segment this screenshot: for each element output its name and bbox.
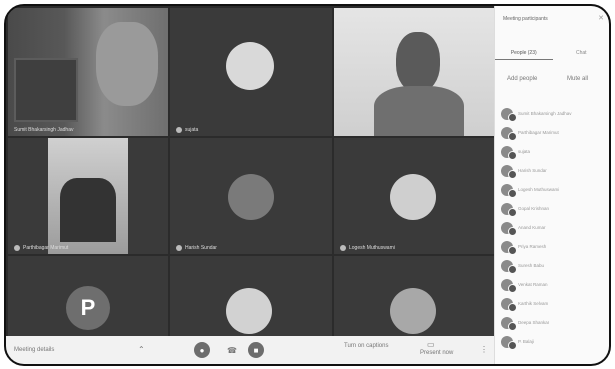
camera-icon: ■ [253, 345, 259, 355]
mic-icon: ● [199, 345, 205, 355]
avatar [501, 259, 517, 274]
face-shape [96, 22, 158, 106]
list-item[interactable]: Anand Kumar [501, 218, 609, 237]
participant-avatar [226, 288, 272, 334]
close-icon[interactable]: ✕ [598, 14, 604, 22]
list-item[interactable]: P. Balaji [501, 332, 609, 351]
list-item[interactable]: Parthibagar Marimut [501, 123, 609, 142]
video-tile[interactable]: Sumit Bhakarsingh Jadhav [8, 8, 168, 136]
tile-name: Harish Sundar [176, 245, 217, 251]
list-item[interactable]: Suresh Babu [501, 256, 609, 275]
shelf-shape [14, 58, 78, 122]
avatar [501, 335, 517, 350]
video-tile[interactable] [334, 256, 494, 336]
list-item[interactable]: Priya Ramesh [501, 237, 609, 256]
mic-off-icon [176, 127, 182, 133]
list-item[interactable]: Karthik Selvam [501, 294, 609, 313]
video-tile[interactable] [170, 256, 332, 336]
meeting-details-link[interactable]: Meeting details [14, 347, 54, 353]
list-item[interactable]: Harish Sundar [501, 161, 609, 180]
participant-avatar [390, 288, 436, 334]
list-item[interactable]: Sumit Bhakarsingh Jadhav [501, 104, 609, 123]
tile-name: Logesh Muthuswami [340, 245, 395, 251]
avatar [501, 107, 517, 122]
body-shape [374, 86, 464, 136]
add-people-button[interactable]: Add people [507, 76, 537, 82]
more-options-icon[interactable]: ⋮ [480, 345, 488, 354]
video-tile[interactable]: Parthibagar Marimut [8, 138, 168, 254]
avatar [501, 145, 517, 160]
video-grid: Sumit Bhakarsingh Jadhav sujata Parthiba… [6, 6, 494, 336]
tile-name: Sumit Bhakarsingh Jadhav [14, 127, 74, 133]
avatar [501, 202, 517, 217]
list-item[interactable]: sujata [501, 142, 609, 161]
present-button[interactable]: Present now [420, 350, 453, 356]
participant-avatar [390, 174, 436, 220]
face-shape [396, 32, 440, 92]
mic-off-icon [340, 245, 346, 251]
panel-actions: Add people Mute all [495, 74, 609, 98]
tile-name: sujata [176, 127, 198, 133]
letter-avatar: P [66, 286, 110, 330]
hangup-icon: ☎ [227, 345, 237, 355]
avatar [501, 164, 517, 179]
list-item[interactable]: Venkat Raman [501, 275, 609, 294]
tile-name: Parthibagar Marimut [14, 245, 68, 251]
participant-list: Sumit Bhakarsingh Jadhav Parthibagar Mar… [501, 104, 609, 351]
chevron-up-icon[interactable]: ⌃ [138, 345, 145, 354]
tab-chat[interactable]: Chat [553, 46, 610, 60]
hangup-button[interactable]: ☎ [224, 342, 240, 358]
body-shape [60, 178, 116, 242]
mic-off-icon [14, 245, 20, 251]
mic-off-icon [176, 245, 182, 251]
participant-avatar [226, 42, 274, 90]
video-tile[interactable]: Logesh Muthuswami [334, 138, 494, 254]
list-item[interactable]: Deepa Shankar [501, 313, 609, 332]
captions-button[interactable]: Turn on captions [344, 343, 388, 349]
tab-people[interactable]: People (23) [495, 46, 553, 60]
video-tile[interactable]: sujata [170, 8, 332, 136]
camera-button[interactable]: ■ [248, 342, 264, 358]
mic-button[interactable]: ● [194, 342, 210, 358]
avatar [501, 221, 517, 236]
video-tile[interactable] [334, 8, 494, 136]
app-frame: Sumit Bhakarsingh Jadhav sujata Parthiba… [4, 4, 611, 366]
avatar [501, 126, 517, 141]
present-icon: ▭ [427, 340, 435, 349]
participant-avatar [228, 174, 274, 220]
list-item[interactable]: Gopal Krishnan [501, 199, 609, 218]
avatar [501, 297, 517, 312]
video-tile[interactable]: Harish Sundar [170, 138, 332, 254]
panel-tabs: People (23) Chat [495, 46, 610, 60]
mute-all-button[interactable]: Mute all [567, 76, 588, 82]
avatar [501, 240, 517, 255]
avatar [501, 316, 517, 331]
panel-title: Meeting participants [503, 16, 548, 22]
video-tile[interactable]: P [8, 256, 168, 336]
list-item[interactable]: Logesh Muthuswami [501, 180, 609, 199]
avatar [501, 183, 517, 198]
avatar [501, 278, 517, 293]
participants-panel: Meeting participants ✕ People (23) Chat … [494, 6, 610, 364]
